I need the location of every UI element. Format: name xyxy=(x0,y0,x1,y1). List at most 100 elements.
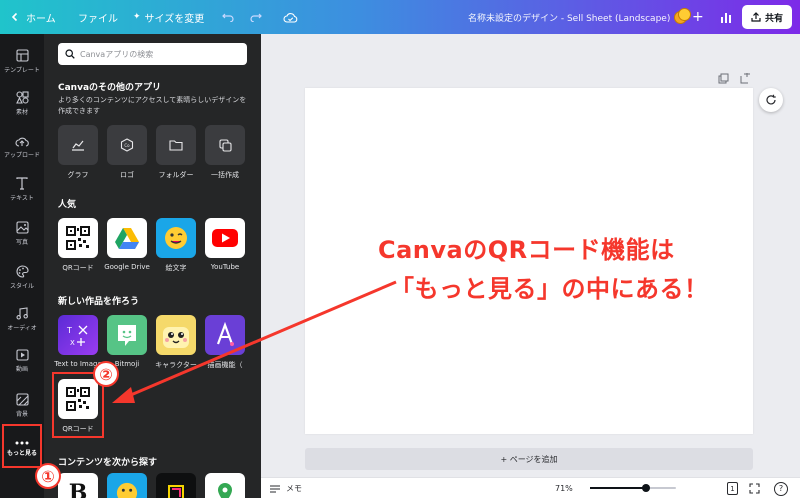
duplicate-page-button[interactable] xyxy=(718,69,729,88)
coins-icon[interactable] xyxy=(673,8,691,26)
rail-item-label: 動画 xyxy=(15,366,28,373)
audio-icon xyxy=(16,306,28,320)
app-search-input[interactable]: Canvaアプリの検索 xyxy=(58,43,247,65)
zoom-label: 71% xyxy=(555,484,573,493)
document-title-text: 名称未設定のデザイン - Sell Sheet (Landscape) xyxy=(468,13,671,24)
bottom-bar: メモ 71% 1 ? xyxy=(261,477,800,498)
notes-button[interactable]: メモ xyxy=(269,478,302,498)
upload-icon xyxy=(15,135,29,147)
insights-button[interactable] xyxy=(720,0,732,34)
sparkle-icon: ✦ xyxy=(133,12,141,22)
rail-item-audio[interactable]: オーディオ xyxy=(0,298,44,340)
magic-refresh-button[interactable] xyxy=(759,88,783,112)
youtube-icon xyxy=(212,229,238,247)
line-chart-icon xyxy=(72,140,84,151)
text-to-image-app-tile[interactable]: TX xyxy=(58,315,98,355)
share-upload-icon xyxy=(751,12,761,22)
tool-label: ロゴ xyxy=(120,171,134,179)
rail-item-label: 素材 xyxy=(15,108,28,116)
resize-label: サイズを変更 xyxy=(144,13,205,25)
google-drive-icon xyxy=(115,227,139,249)
rail-item-background[interactable]: 背景 xyxy=(0,384,44,426)
drawing-icon xyxy=(216,322,234,346)
video-icon xyxy=(15,349,29,361)
rail-item-label: 写真 xyxy=(15,238,28,246)
annotation-line-1: CanvaのQRコード機能は xyxy=(378,236,675,264)
file-menu[interactable]: ファイル xyxy=(78,0,118,34)
elements-icon xyxy=(15,90,29,104)
add-member-button[interactable]: + xyxy=(692,0,704,34)
annotation-line-2: 「もっと見る」の中にある！ xyxy=(390,275,709,303)
qr-code-app-tile[interactable] xyxy=(58,218,98,258)
fullscreen-button[interactable] xyxy=(749,478,760,498)
add-page-button[interactable]: + ページを追加 xyxy=(305,448,753,470)
bitmoji-app-tile[interactable] xyxy=(107,315,147,355)
emoji-face-icon xyxy=(116,482,138,498)
home-label: ホーム xyxy=(26,13,56,25)
notes-label: メモ xyxy=(286,484,302,493)
explore-maps-tile[interactable] xyxy=(205,473,245,498)
rail-item-label: オーディオ xyxy=(7,324,37,332)
rail-item-video[interactable]: 動画 xyxy=(0,340,44,382)
drawing-app-tile[interactable] xyxy=(205,315,245,355)
tool-label: グラフ xyxy=(67,171,89,179)
resize-button[interactable]: ✦ サイズを変更 xyxy=(133,0,204,34)
explore-emoji-tile[interactable] xyxy=(107,473,147,498)
photo-icon xyxy=(15,220,29,234)
more-button-highlight-box xyxy=(2,424,42,468)
share-button[interactable]: 共有 xyxy=(742,5,792,29)
search-placeholder: Canvaアプリの検索 xyxy=(80,49,154,59)
youtube-app-tile[interactable] xyxy=(205,218,245,258)
zoom-slider[interactable] xyxy=(590,484,676,492)
rail-item-text[interactable]: テキスト xyxy=(0,168,44,210)
rail-item-photo[interactable]: 写真 xyxy=(0,212,44,254)
colorful-frame-icon xyxy=(168,485,184,498)
chevron-left-icon xyxy=(11,12,18,22)
logo-icon: Co xyxy=(120,138,134,152)
character-app-tile[interactable] xyxy=(156,315,196,355)
zoom-slider-knob[interactable] xyxy=(641,484,650,492)
rail-item-upload[interactable]: アップロード xyxy=(0,126,44,168)
help-button[interactable]: ? xyxy=(774,478,788,498)
more-apps-title: Canvaのその他のアプリ xyxy=(58,83,162,93)
redo-icon xyxy=(250,13,262,22)
create-title: 新しい作品を作ろう xyxy=(58,297,140,307)
app-label: 描画機能（ xyxy=(207,361,243,369)
folder-icon xyxy=(169,140,183,151)
file-label: ファイル xyxy=(78,13,118,25)
rail-item-template[interactable]: テンプレート xyxy=(0,40,44,82)
logo-tool-tile[interactable]: Co xyxy=(107,125,147,165)
explore-app-tile[interactable] xyxy=(156,473,196,498)
popular-title: 人気 xyxy=(58,200,77,210)
cloud-save-button[interactable] xyxy=(283,0,298,34)
chart-tool-tile[interactable] xyxy=(58,125,98,165)
zoom-value[interactable]: 71% xyxy=(555,478,573,498)
rail-item-elements[interactable]: 素材 xyxy=(0,82,44,124)
step-1-badge: ① xyxy=(35,463,61,489)
page-count-button[interactable]: 1 xyxy=(727,478,738,498)
document-title[interactable]: 名称未設定のデザイン - Sell Sheet (Landscape) xyxy=(468,0,670,34)
app-label: YouTube xyxy=(210,263,240,271)
help-icon: ? xyxy=(774,481,788,496)
explore-app-tile[interactable]: B xyxy=(58,473,98,498)
undo-button[interactable] xyxy=(222,0,234,34)
qr-code-icon xyxy=(66,226,90,250)
refresh-icon xyxy=(766,94,776,105)
home-button[interactable]: ホーム xyxy=(10,0,56,34)
folder-tool-tile[interactable] xyxy=(156,125,196,165)
template-icon xyxy=(15,48,29,62)
rail-item-label: テンプレート xyxy=(4,66,40,74)
emoji-app-tile[interactable] xyxy=(156,218,196,258)
bulk-create-tool-tile[interactable] xyxy=(205,125,245,165)
step-2-badge: ② xyxy=(93,361,119,387)
rail-item-label: アップロード xyxy=(3,152,40,159)
bulk-create-icon xyxy=(218,138,232,152)
add-page-top-button[interactable] xyxy=(740,69,751,88)
plus-icon: + xyxy=(692,9,704,25)
background-icon xyxy=(15,392,29,406)
redo-button[interactable] xyxy=(250,0,262,34)
google-drive-app-tile[interactable] xyxy=(107,218,147,258)
bar-chart-icon xyxy=(721,12,731,23)
duplicate-icon xyxy=(718,73,729,84)
rail-item-style[interactable]: スタイル xyxy=(0,256,44,298)
